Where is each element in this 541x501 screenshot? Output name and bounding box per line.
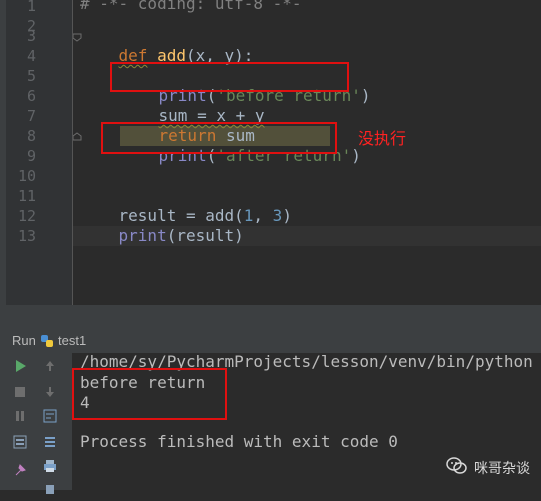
python-file-icon bbox=[40, 334, 54, 348]
code-line-1: # -*- coding: utf-8 -*- bbox=[80, 0, 302, 13]
line-number: 9 bbox=[26, 147, 36, 165]
watermark-text: 咪哥杂谈 bbox=[474, 461, 530, 477]
line-number: 11 bbox=[17, 187, 36, 205]
line-number-gutter: 1 2 3 4 5 6 7 8 9 10 11 12 13 bbox=[6, 0, 82, 305]
line-number: 4 bbox=[26, 47, 36, 65]
layout-icon[interactable] bbox=[10, 435, 30, 455]
code-line-12: print(result) bbox=[118, 226, 244, 245]
line-number: 3 bbox=[26, 27, 36, 45]
fold-close-icon[interactable] bbox=[72, 132, 82, 142]
run-panel-header: Run test1 bbox=[0, 329, 541, 353]
soft-wrap-icon[interactable] bbox=[40, 409, 60, 429]
watermark: 咪哥杂谈 bbox=[446, 456, 530, 480]
line-number: 10 bbox=[17, 167, 36, 185]
wechat-icon bbox=[446, 457, 468, 479]
annotation-not-executed: 没执行 bbox=[358, 129, 407, 148]
run-label: Run bbox=[12, 333, 36, 348]
annotation-box-before bbox=[110, 62, 349, 92]
panel-splitter[interactable] bbox=[0, 305, 541, 329]
stop-icon[interactable] bbox=[10, 385, 30, 405]
down-arrow-icon[interactable] bbox=[40, 385, 60, 405]
delete-icon[interactable] bbox=[40, 481, 60, 501]
scroll-to-end-icon[interactable] bbox=[40, 435, 60, 455]
line-number: 1 bbox=[26, 0, 36, 15]
run-configuration-tab[interactable]: test1 bbox=[58, 333, 86, 348]
console-line-exit: Process finished with exit code 0 bbox=[80, 432, 398, 451]
code-editor[interactable]: 1 2 3 4 5 6 7 8 9 10 11 12 13 # -*- codi… bbox=[0, 0, 541, 305]
line-number: 6 bbox=[26, 87, 36, 105]
line-number: 8 bbox=[26, 127, 36, 145]
line-number: 7 bbox=[26, 107, 36, 125]
pin-icon[interactable] bbox=[10, 463, 30, 483]
line-number: 12 bbox=[17, 207, 36, 225]
annotation-box-after bbox=[101, 122, 337, 154]
run-icon[interactable] bbox=[10, 359, 30, 379]
line-number: 5 bbox=[26, 67, 36, 85]
up-arrow-icon[interactable] bbox=[40, 359, 60, 379]
run-toolbar bbox=[0, 353, 72, 494]
line-number: 13 bbox=[17, 227, 36, 245]
gutter-separator bbox=[72, 0, 73, 305]
print-icon[interactable] bbox=[40, 459, 60, 479]
pause-icon[interactable] bbox=[10, 409, 30, 429]
annotation-box-output bbox=[72, 368, 227, 420]
